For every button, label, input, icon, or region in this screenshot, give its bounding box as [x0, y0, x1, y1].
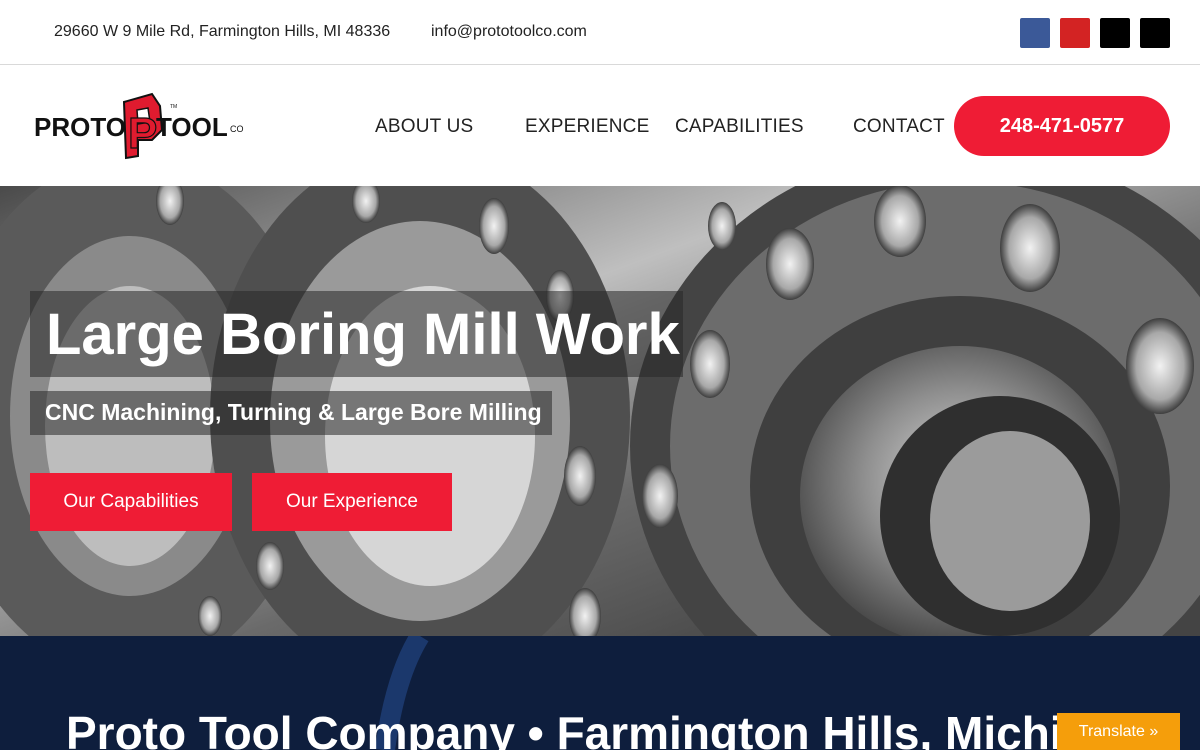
nav-contact[interactable]: CONTACT — [853, 116, 945, 138]
our-capabilities-button[interactable]: Our Capabilities — [30, 473, 232, 531]
our-experience-button[interactable]: Our Experience — [252, 473, 452, 531]
band-title: Proto Tool Company • Farmington Hills, M… — [66, 707, 1145, 750]
site-header: P PROTO TOOL CO TM ABOUT US EXPERIENCE C… — [0, 66, 1200, 186]
address-text: 29660 W 9 Mile Rd, Farmington Hills, MI … — [54, 23, 391, 40]
phone-button[interactable]: 248-471-0577 — [954, 96, 1170, 156]
facebook-icon[interactable] — [1020, 18, 1050, 48]
hero-title: Large Boring Mill Work — [46, 302, 680, 367]
nav-about-us[interactable]: ABOUT US — [375, 116, 473, 138]
hero-section: Large Boring Mill Work CNC Machining, Tu… — [0, 186, 1200, 636]
x-twitter-icon[interactable] — [1100, 18, 1130, 48]
proto-tool-logo[interactable]: P PROTO TOOL CO TM — [34, 88, 244, 162]
svg-text:CO: CO — [230, 124, 244, 134]
svg-text:PROTO: PROTO — [34, 112, 126, 142]
svg-text:TOOL: TOOL — [156, 112, 228, 142]
tiktok-icon[interactable] — [1140, 18, 1170, 48]
email-link[interactable]: info@prototoolco.com — [431, 23, 587, 41]
nav-capabilities[interactable]: CAPABILITIES — [675, 116, 804, 138]
top-bar: 29660 W 9 Mile Rd, Farmington Hills, MI … — [0, 0, 1200, 65]
svg-text:P: P — [128, 109, 157, 158]
svg-text:TM: TM — [170, 104, 177, 110]
hero-subtitle: CNC Machining, Turning & Large Bore Mill… — [45, 399, 542, 425]
translate-button[interactable]: Translate » — [1057, 713, 1180, 750]
yelp-icon[interactable] — [1060, 18, 1090, 48]
nav-experience[interactable]: EXPERIENCE — [525, 116, 649, 138]
intro-band: Proto Tool Company • Farmington Hills, M… — [0, 636, 1200, 750]
